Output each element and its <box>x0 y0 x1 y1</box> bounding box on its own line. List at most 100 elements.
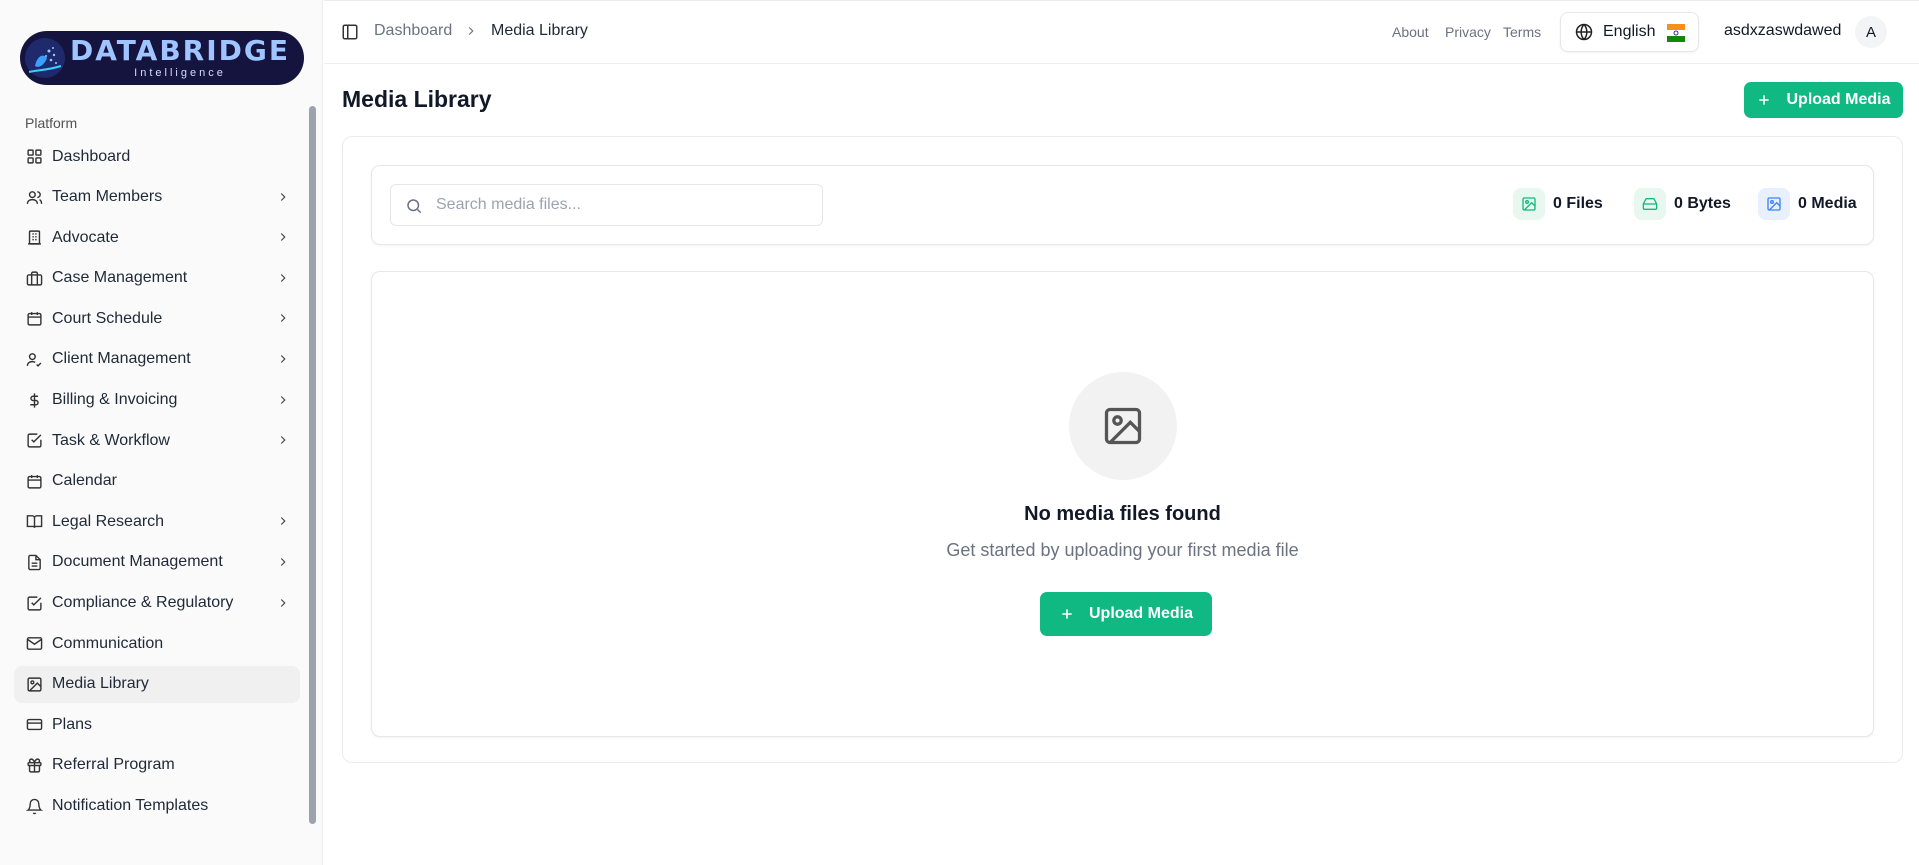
image-icon <box>1758 188 1790 220</box>
stat-files-value: 0 Files <box>1553 195 1603 212</box>
sidebar-item-client-management[interactable]: Client Management <box>14 341 300 378</box>
privacy-link[interactable]: Privacy <box>1445 24 1491 40</box>
sidebar-item-label: Advocate <box>52 228 119 246</box>
stat-media: 0 Media <box>1758 188 1857 220</box>
building-icon <box>25 229 43 247</box>
empty-state: No media files found Get started by uplo… <box>371 271 1874 737</box>
user-name[interactable]: asdxzaswdawed <box>1724 22 1841 40</box>
sidebar-item-label: Notification Templates <box>52 797 209 814</box>
brand-logo[interactable]: DATABRIDGE Intelligence <box>20 31 304 85</box>
sidebar-item-billing-invoicing[interactable]: Billing & Invoicing <box>14 382 300 419</box>
sidebar-toggle-icon[interactable] <box>341 23 359 41</box>
chevron-right-icon <box>280 355 286 363</box>
briefcase-icon <box>25 269 43 287</box>
media-toolbar: 0 Files 0 Bytes 0 Media <box>371 165 1874 245</box>
sidebar-item-label: Team Members <box>52 188 163 206</box>
globe-icon <box>1575 23 1593 41</box>
sidebar-item-label: Document Management <box>52 553 223 571</box>
sidebar-item-legal-research[interactable]: Legal Research <box>14 503 300 540</box>
file-icon <box>25 553 43 571</box>
users-icon <box>25 188 43 206</box>
empty-upload-media-button[interactable]: Upload Media <box>1040 592 1212 636</box>
hard-drive-icon <box>1634 188 1666 220</box>
calendar-icon <box>25 310 43 328</box>
terms-link[interactable]: Terms <box>1503 24 1541 40</box>
sidebar-item-compliance-regulatory[interactable]: Compliance & Regulatory <box>14 585 300 622</box>
breadcrumb-current: Media Library <box>491 22 588 39</box>
gift-icon <box>25 756 43 774</box>
avatar-initial: A <box>1865 23 1876 41</box>
search-input[interactable] <box>436 185 816 225</box>
chevron-right-icon <box>280 233 286 242</box>
sidebar-item-label: Court Schedule <box>52 309 163 327</box>
check-square-icon <box>25 594 43 612</box>
language-label: English <box>1603 23 1656 40</box>
sidebar-item-document-management[interactable]: Document Management <box>14 544 300 581</box>
language-selector[interactable]: English <box>1560 12 1699 52</box>
calendar-days-icon <box>25 472 43 490</box>
sidebar-item-communication[interactable]: Communication <box>14 625 300 662</box>
sidebar-item-task-workflow[interactable]: Task & Workflow <box>14 422 300 459</box>
chevron-right-icon <box>280 273 286 282</box>
check-square-icon <box>25 432 43 450</box>
brand-text: DATABRIDGE Intelligence <box>70 37 304 79</box>
avatar[interactable]: A <box>1855 16 1887 48</box>
sidebar-item-label: Dashboard <box>52 147 131 165</box>
sidebar-item-label: Billing & Invoicing <box>52 391 178 409</box>
search-icon <box>407 199 422 214</box>
chevron-right-icon <box>280 517 286 526</box>
sidebar-item-plans[interactable]: Plans <box>14 706 300 743</box>
sidebar-item-case-management[interactable]: Case Management <box>14 260 300 297</box>
sidebar-item-court-schedule[interactable]: Court Schedule <box>14 300 300 337</box>
credit-card-icon <box>25 716 43 734</box>
image-icon <box>1513 188 1545 220</box>
chevron-right-icon <box>280 192 286 201</box>
stat-bytes: 0 Bytes <box>1634 188 1731 220</box>
sidebar-item-label: Calendar <box>52 472 117 490</box>
sidebar-item-label: Communication <box>52 634 164 652</box>
sidebar-item-notification-templates[interactable]: Notification Templates <box>14 788 300 825</box>
stat-bytes-value: 0 Bytes <box>1674 195 1731 212</box>
chevron-right-icon <box>280 395 286 404</box>
sidebar-item-referral-program[interactable]: Referral Program <box>14 747 300 784</box>
sidebar-item-label: Case Management <box>52 269 188 287</box>
sidebar-item-advocate[interactable]: Advocate <box>14 219 300 256</box>
brand-mark-icon <box>20 31 70 85</box>
sidebar-item-label: Compliance & Regulatory <box>52 594 234 612</box>
sidebar-item-label: Plans <box>52 715 93 733</box>
sidebar: DATABRIDGE Intelligence Platform Dashboa… <box>0 0 323 865</box>
chevron-right-icon <box>280 436 286 445</box>
upload-media-label: Upload Media <box>1786 91 1891 108</box>
sidebar-item-calendar[interactable]: Calendar <box>14 463 300 500</box>
brand-tagline: Intelligence <box>134 67 226 79</box>
chevron-right-icon <box>468 27 474 35</box>
bell-icon <box>25 797 43 815</box>
page-title: Media Library <box>342 86 492 112</box>
sidebar-item-label: Media Library <box>52 675 149 693</box>
sidebar-scrollbar[interactable] <box>309 106 316 824</box>
book-icon <box>25 513 43 531</box>
empty-state-title: No media files found <box>1024 503 1221 525</box>
top-bar: Dashboard Media Library About Privacy Te… <box>324 0 1919 64</box>
empty-state-subtitle: Get started by uploading your first medi… <box>946 540 1299 560</box>
stat-media-value: 0 Media <box>1798 195 1857 212</box>
user-check-icon <box>25 350 43 368</box>
sidebar-item-label: Legal Research <box>52 512 165 530</box>
image-icon <box>25 675 43 693</box>
brand-name: DATABRIDGE <box>69 34 290 67</box>
chevron-right-icon <box>280 598 286 607</box>
empty-upload-media-label: Upload Media <box>1088 605 1193 622</box>
dashboard-icon <box>25 148 43 166</box>
dollar-icon <box>25 391 43 409</box>
sidebar-item-label: Client Management <box>52 350 191 368</box>
sidebar-item-media-library[interactable]: Media Library <box>14 665 300 703</box>
stat-files: 0 Files <box>1513 188 1603 220</box>
sidebar-item-team-members[interactable]: Team Members <box>14 179 300 216</box>
breadcrumb-dashboard[interactable]: Dashboard <box>374 22 452 40</box>
mail-icon <box>25 635 43 653</box>
sidebar-item-dashboard[interactable]: Dashboard <box>14 138 300 175</box>
about-link[interactable]: About <box>1392 24 1429 40</box>
sidebar-section-label: Platform <box>25 115 78 131</box>
sidebar-item-label: Task & Workflow <box>52 431 170 449</box>
upload-media-button[interactable]: Upload Media <box>1744 82 1903 118</box>
